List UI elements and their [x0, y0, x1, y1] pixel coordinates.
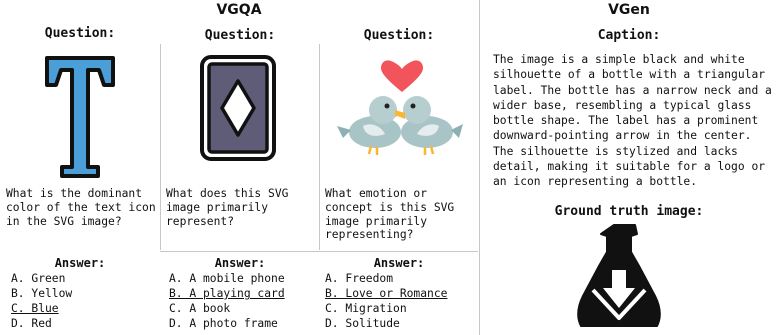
correct-answer-option: C. Blue	[11, 302, 59, 315]
question-header-3: Question:	[363, 28, 435, 43]
answer-header-3: Answer:	[373, 256, 425, 270]
answer-options-1: A. Green B. Yellow C. Blue D. Red	[11, 271, 72, 331]
vgen-title: VGen	[608, 2, 650, 18]
column-divider	[160, 44, 161, 250]
answer-option: D. Red	[11, 317, 52, 330]
answer-option: C. A book	[169, 302, 231, 315]
answer-header-1: Answer:	[54, 256, 106, 270]
answer-header-2: Answer:	[214, 256, 266, 270]
letter-t-icon	[44, 55, 116, 179]
answer-options-2: A. A mobile phone B. A playing card C. A…	[169, 271, 285, 331]
caption-header: Caption:	[597, 28, 661, 43]
answer-option: D. A photo frame	[169, 317, 278, 330]
question-text-3: What emotion or concept is this SVG imag…	[325, 187, 455, 242]
answer-option: A. Green	[11, 272, 66, 285]
correct-answer-option: B. A playing card	[169, 287, 285, 300]
question-text-1: What is the dominant color of the text i…	[6, 187, 156, 228]
answer-option: B. Yellow	[11, 287, 73, 300]
bottle-download-icon	[573, 222, 665, 328]
answer-option: C. Migration	[325, 302, 407, 315]
question-header-2: Question:	[204, 28, 276, 43]
answer-option: A. Freedom	[325, 272, 394, 285]
caption-text: The image is a simple black and white si…	[493, 53, 772, 189]
love-birds-icon	[335, 60, 465, 162]
answer-options-3: A. Freedom B. Love or Romance C. Migrati…	[325, 271, 447, 331]
answer-option: D. Solitude	[325, 317, 400, 330]
question-text-2: What does this SVG image primarily repre…	[166, 187, 289, 228]
playing-card-icon	[199, 54, 277, 162]
ground-truth-header: Ground truth image:	[554, 204, 704, 219]
question-header-1: Question:	[44, 26, 116, 41]
column-divider	[319, 44, 320, 250]
answer-divider	[160, 251, 478, 252]
correct-answer-option: B. Love or Romance	[325, 287, 448, 300]
answer-option: A. A mobile phone	[169, 272, 285, 285]
section-divider	[479, 0, 480, 335]
heart-icon	[381, 60, 423, 92]
vgqa-title: VGQA	[216, 2, 262, 18]
